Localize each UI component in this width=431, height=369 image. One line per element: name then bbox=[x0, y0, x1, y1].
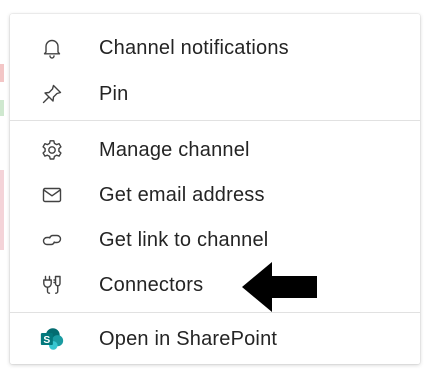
menu-item-label: Get link to channel bbox=[99, 228, 269, 251]
menu-item-open-in-sharepoint[interactable]: S Open in SharePoint bbox=[10, 319, 420, 359]
menu-item-channel-notifications[interactable]: Channel notifications bbox=[10, 28, 420, 68]
background-accent-green bbox=[0, 100, 4, 116]
menu-divider bbox=[10, 120, 420, 121]
svg-text:S: S bbox=[43, 335, 50, 346]
menu-item-label: Open in SharePoint bbox=[99, 327, 278, 350]
channel-context-menu: Channel notifications Pin Manage channel bbox=[10, 14, 420, 364]
menu-item-get-email-address[interactable]: Get email address bbox=[10, 175, 420, 215]
background-accent-pink bbox=[0, 170, 4, 250]
annotation-arrow-left-icon bbox=[242, 262, 318, 317]
menu-item-pin[interactable]: Pin bbox=[10, 74, 420, 114]
connectors-icon bbox=[40, 273, 64, 297]
background-accent-red bbox=[0, 64, 4, 82]
menu-item-label: Get email address bbox=[99, 183, 265, 206]
menu-item-manage-channel[interactable]: Manage channel bbox=[10, 130, 420, 170]
menu-item-label: Pin bbox=[99, 82, 129, 105]
menu-item-get-link-to-channel[interactable]: Get link to channel bbox=[10, 220, 420, 260]
menu-item-label: Connectors bbox=[99, 273, 204, 296]
bell-icon bbox=[40, 36, 64, 60]
gear-icon bbox=[40, 138, 64, 162]
menu-item-label: Channel notifications bbox=[99, 36, 289, 59]
menu-item-connectors[interactable]: Connectors bbox=[10, 265, 420, 305]
envelope-icon bbox=[40, 183, 64, 207]
link-icon bbox=[40, 228, 64, 252]
menu-item-label: Manage channel bbox=[99, 138, 250, 161]
menu-divider bbox=[10, 312, 420, 313]
sharepoint-icon: S bbox=[40, 327, 64, 351]
pin-icon bbox=[40, 82, 64, 106]
